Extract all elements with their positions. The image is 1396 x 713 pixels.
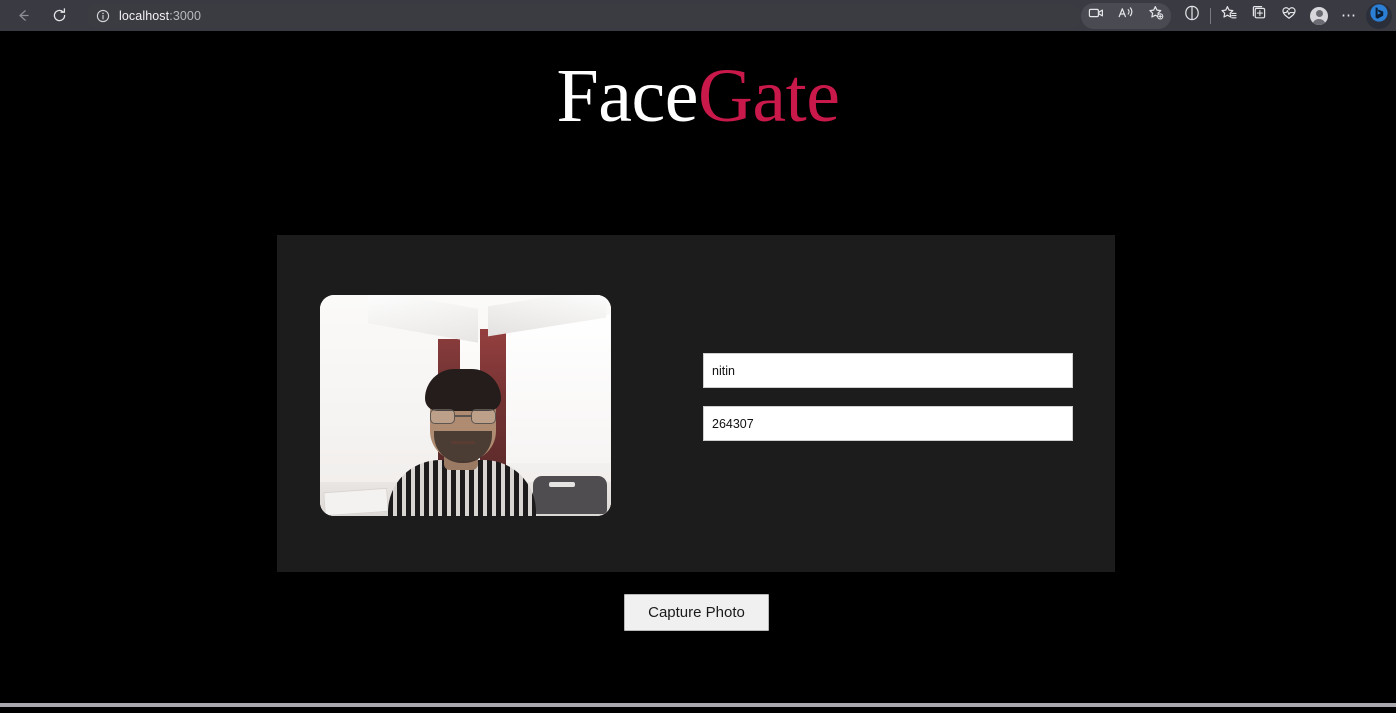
name-input[interactable]: [703, 353, 1073, 388]
webcam-scene: [320, 295, 611, 516]
scene-chair: [533, 476, 607, 514]
browser-essentials-icon: [1280, 4, 1298, 27]
reload-icon: [51, 7, 68, 24]
webcam-video-feed[interactable]: [320, 295, 611, 516]
copilot-button[interactable]: [1366, 2, 1392, 29]
page-title: FaceGate: [0, 58, 1396, 134]
settings-more-icon: ⋯: [1341, 7, 1357, 24]
address-bar-text: localhost:3000: [119, 9, 201, 23]
favorites-icon: [1220, 4, 1238, 27]
split-screen-button[interactable]: [1177, 3, 1207, 29]
reload-button[interactable]: [44, 3, 74, 29]
video-capture-button[interactable]: [1081, 3, 1111, 29]
add-favorite-icon: [1147, 4, 1165, 27]
window-bottom-edge: [0, 703, 1396, 707]
toolbar-action-group: [1081, 2, 1171, 29]
scene-window: [506, 315, 610, 463]
person-mouth: [451, 441, 475, 444]
profile-avatar-icon: [1310, 6, 1328, 25]
logo-gate-text: Gate: [698, 54, 840, 138]
person-glasses-icon: [430, 409, 496, 424]
collections-button[interactable]: [1244, 3, 1274, 29]
collections-icon: [1250, 4, 1268, 27]
read-aloud-button[interactable]: [1111, 3, 1141, 29]
capture-photo-button[interactable]: Capture Photo: [624, 594, 769, 631]
back-button[interactable]: [8, 3, 38, 29]
glasses-bridge: [455, 415, 471, 417]
capture-panel: [277, 235, 1115, 572]
glasses-lens-left: [430, 409, 455, 424]
scene-papers: [323, 487, 389, 516]
app-page: FaceGate nitin 264307 Capture Photo: [0, 31, 1396, 707]
settings-more-button[interactable]: ⋯: [1334, 3, 1364, 29]
url-host: localhost: [119, 8, 170, 23]
browser-toolbar: localhost:3000 ⋯: [0, 0, 1396, 31]
toolbar-divider: [1210, 7, 1211, 24]
profile-button[interactable]: [1304, 3, 1334, 29]
registration-form: [703, 353, 1073, 441]
person-hair: [425, 369, 501, 411]
read-aloud-icon: [1117, 4, 1135, 27]
toolbar-actions: ⋯: [1081, 2, 1396, 29]
browser-essentials-button[interactable]: [1274, 3, 1304, 29]
url-port: :3000: [169, 8, 202, 23]
logo-face-text: Face: [556, 54, 699, 138]
split-screen-icon: [1183, 4, 1201, 27]
add-favorite-button[interactable]: [1141, 3, 1171, 29]
id-input[interactable]: [703, 406, 1073, 441]
back-arrow-icon: [15, 7, 32, 24]
favorites-button[interactable]: [1214, 3, 1244, 29]
address-bar[interactable]: localhost:3000: [86, 3, 1081, 28]
copilot-bing-icon: [1369, 3, 1389, 28]
site-info-icon[interactable]: [96, 9, 110, 23]
video-capture-icon: [1087, 4, 1105, 27]
glasses-lens-right: [471, 409, 496, 424]
